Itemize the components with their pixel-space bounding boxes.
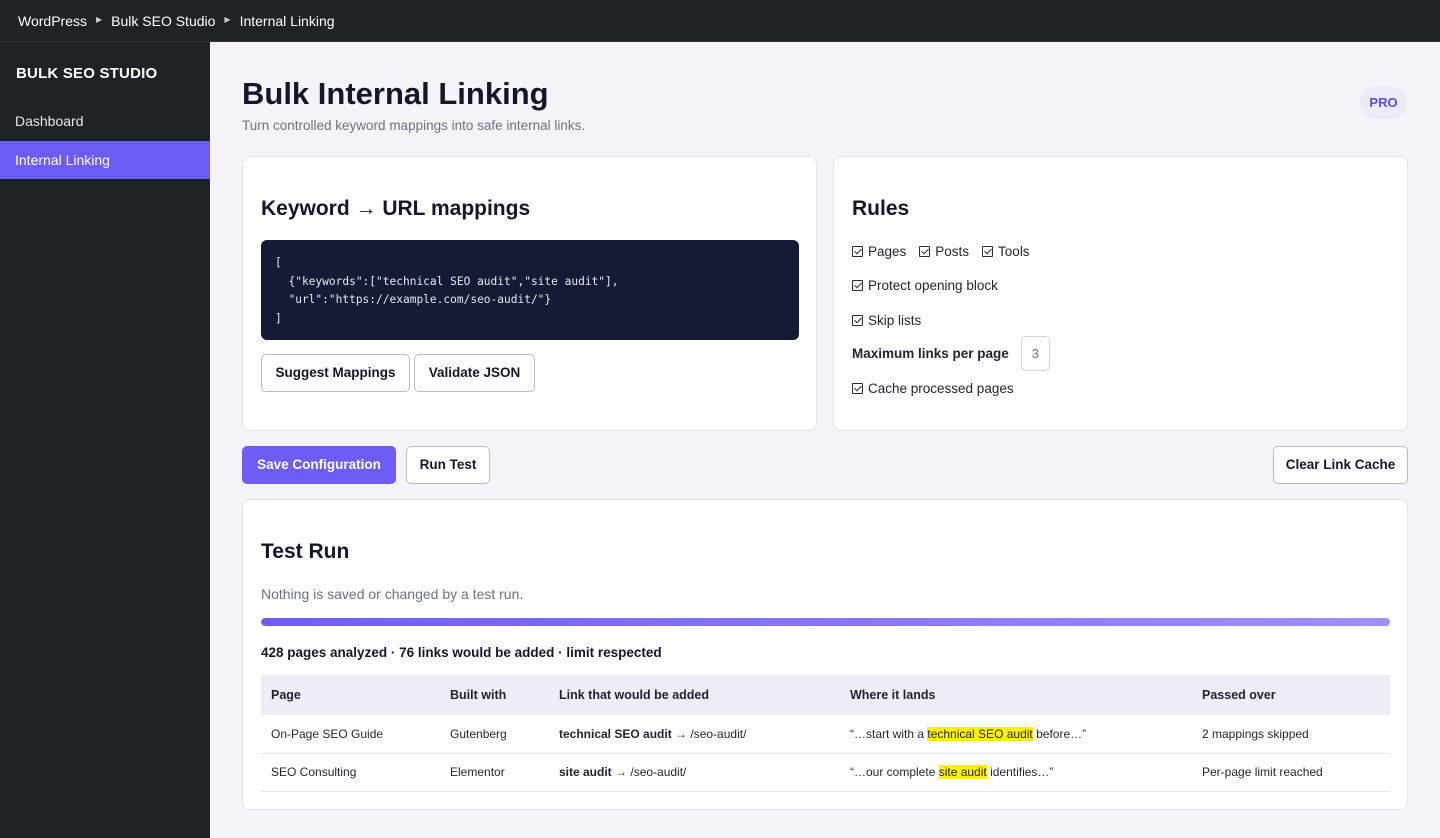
table-row: On-Page SEO Guide Gutenberg technical SE… xyxy=(261,715,1390,754)
cell-passed-over: Per-page limit reached xyxy=(1192,753,1390,792)
max-links-input[interactable]: 3 xyxy=(1020,336,1050,371)
cell-context: “…our complete site audit identifies…” xyxy=(840,753,1192,792)
test-run-card: Test Run Nothing is saved or changed by … xyxy=(242,499,1408,810)
context-after: identifies…” xyxy=(986,765,1054,779)
column-header-built-with: Built with xyxy=(450,688,507,702)
page-subtitle: Turn controlled keyword mappings into sa… xyxy=(242,118,586,133)
sidebar: BULK SEO STUDIO Dashboard Internal Linki… xyxy=(0,42,210,838)
checkbox-protect-opening-block[interactable]: Protect opening block xyxy=(852,278,998,293)
sidebar-item-internal-linking[interactable]: Internal Linking xyxy=(0,141,210,179)
checkbox-cache-processed-pages[interactable]: Cache processed pages xyxy=(852,381,1014,396)
cell-builder: Elementor xyxy=(440,753,549,792)
save-configuration-button[interactable]: Save Configuration xyxy=(242,446,396,484)
sidebar-item-dashboard[interactable]: Dashboard xyxy=(0,102,210,140)
test-run-title: Test Run xyxy=(261,540,350,563)
table-row: SEO Consulting Elementor site audit → /s… xyxy=(261,753,1390,792)
checkbox-tools[interactable]: Tools xyxy=(982,244,1030,259)
column-header-page: Page xyxy=(271,688,301,702)
context-highlight: site audit xyxy=(938,765,987,779)
column-header-passed-over: Passed over xyxy=(1202,688,1276,702)
max-links-row: Maximum links per page 3 xyxy=(852,336,1050,371)
context-before: “…start with a xyxy=(850,726,928,741)
table-header-row: Page Built with Link that would be added… xyxy=(261,675,1390,715)
checkbox-checked-icon xyxy=(982,246,994,257)
cell-page: On-Page SEO Guide xyxy=(261,715,440,754)
admin-bar: WordPress ▶ Bulk SEO Studio ▶ Internal L… xyxy=(0,0,1440,42)
max-links-label: Maximum links per page xyxy=(852,346,1009,361)
skip-lists-row: Skip lists xyxy=(852,313,934,328)
context-after: before…” xyxy=(1032,726,1087,741)
context-before: “…our complete xyxy=(850,765,939,779)
cache-pages-row: Cache processed pages xyxy=(852,381,1027,396)
mappings-json-editor[interactable]: [ {"keywords":["technical SEO audit","si… xyxy=(261,240,799,340)
pro-badge: PRO xyxy=(1360,86,1407,119)
test-run-summary: 428 pages analyzed · 76 links would be a… xyxy=(261,645,662,660)
breadcrumb-wordpress[interactable]: WordPress xyxy=(18,13,87,29)
protect-opening-row: Protect opening block xyxy=(852,278,1011,293)
page-title: Bulk Internal Linking xyxy=(242,76,549,111)
mappings-card: Keyword → URL mappings [ {"keywords":["t… xyxy=(242,156,817,431)
run-test-button[interactable]: Run Test xyxy=(406,446,490,484)
post-types-row: Pages Posts Tools xyxy=(852,244,1043,259)
cell-link: technical SEO audit → /seo-audit/ xyxy=(549,715,840,754)
cell-context: “…start with a technical SEO audit befor… xyxy=(840,715,1192,754)
validate-json-button[interactable]: Validate JSON xyxy=(414,354,535,392)
rules-card: Rules Pages Posts Tools Protect opening … xyxy=(833,156,1408,431)
rules-title: Rules xyxy=(852,197,910,220)
link-anchor-text: technical SEO audit xyxy=(559,726,672,741)
test-run-note: Nothing is saved or changed by a test ru… xyxy=(261,586,524,602)
cell-link: site audit → /seo-audit/ xyxy=(549,753,840,792)
checkbox-posts[interactable]: Posts xyxy=(919,244,969,259)
checkbox-checked-icon xyxy=(852,246,863,257)
context-highlight: technical SEO audit xyxy=(927,726,1033,741)
link-anchor-text: site audit xyxy=(559,765,612,779)
brand-logo: BULK SEO STUDIO xyxy=(16,65,158,82)
main-content: Bulk Internal Linking Turn controlled ke… xyxy=(210,42,1440,838)
suggest-mappings-button[interactable]: Suggest Mappings xyxy=(261,354,410,392)
breadcrumb-arrow-icon: ▶ xyxy=(224,15,231,24)
breadcrumb-internal-linking[interactable]: Internal Linking xyxy=(240,13,335,29)
results-table: Page Built with Link that would be added… xyxy=(261,675,1390,792)
cell-page: SEO Consulting xyxy=(261,753,440,792)
test-progress-fill xyxy=(261,618,1390,626)
checkbox-checked-icon xyxy=(852,315,863,326)
cell-passed-over: 2 mappings skipped xyxy=(1192,715,1390,754)
checkbox-skip-lists[interactable]: Skip lists xyxy=(852,313,921,328)
checkbox-pages[interactable]: Pages xyxy=(852,244,906,259)
column-header-where-it-lands: Where it lands xyxy=(850,688,936,702)
checkbox-checked-icon xyxy=(919,246,931,257)
test-progress-bar xyxy=(261,618,1390,626)
breadcrumb-arrow-icon: ▶ xyxy=(95,15,103,24)
cell-builder: Gutenberg xyxy=(440,715,549,754)
clear-link-cache-button[interactable]: Clear Link Cache xyxy=(1273,446,1408,484)
link-target-url: → /seo-audit/ xyxy=(611,765,687,779)
column-header-link: Link that would be added xyxy=(559,688,709,702)
link-target-url: → /seo-audit/ xyxy=(671,726,747,741)
checkbox-checked-icon xyxy=(852,280,863,291)
checkbox-checked-icon xyxy=(852,383,863,394)
breadcrumb-bulk-seo-studio[interactable]: Bulk SEO Studio xyxy=(111,13,215,29)
mappings-title: Keyword → URL mappings xyxy=(261,197,531,220)
